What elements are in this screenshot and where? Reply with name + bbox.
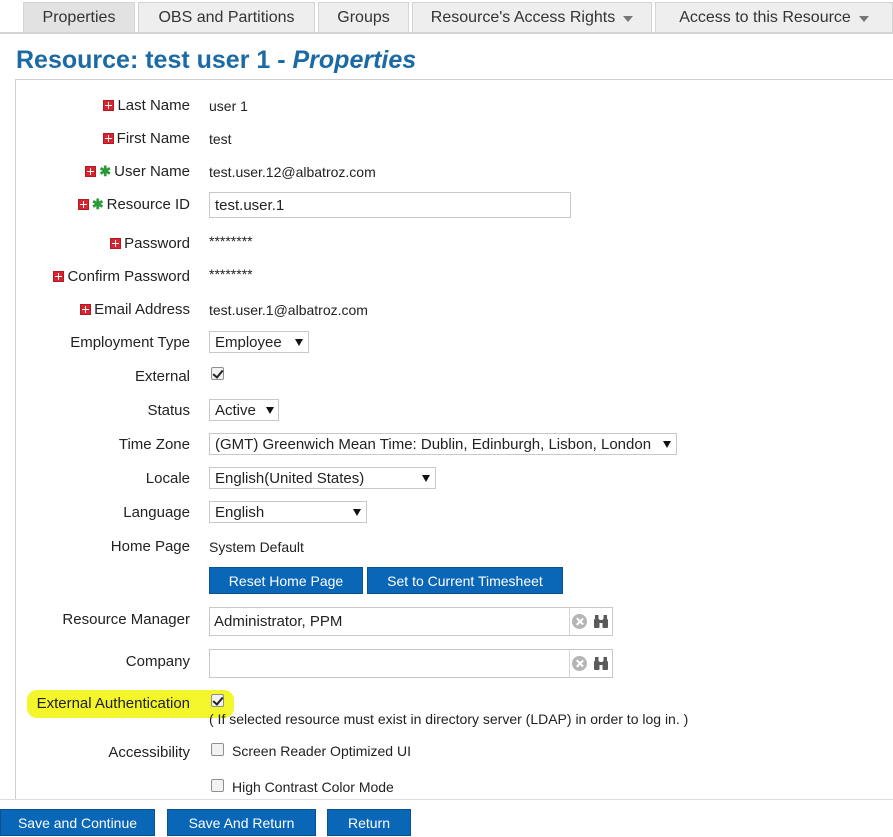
required-icon (53, 271, 65, 282)
select-value: Employee (215, 333, 282, 351)
set-current-timesheet-button[interactable]: Set to Current Timesheet (367, 567, 563, 594)
email-value: test.user.1@albatroz.com (209, 302, 368, 318)
tab-properties[interactable]: Properties (23, 2, 135, 32)
confirm-password-value: ******** (209, 266, 253, 282)
required-icon (110, 238, 122, 249)
return-button[interactable]: Return (327, 809, 411, 836)
resource-manager-label: Resource Manager (62, 611, 190, 628)
locale-label: Locale (145, 470, 190, 487)
external-auth-label: External Authentication (36, 695, 190, 712)
lookup-divider (569, 608, 570, 635)
tab-label: Properties (42, 8, 116, 26)
dropdown-arrow-icon (295, 338, 303, 346)
high-contrast-label: High Contrast Color Mode (232, 779, 394, 795)
binoculars-icon[interactable] (593, 657, 609, 670)
tab-bar: Properties OBS and Partitions Groups Res… (0, 0, 893, 34)
status-select[interactable]: Active (209, 399, 279, 421)
tab-access-to-resource[interactable]: Access to this Resource (655, 2, 893, 32)
dropdown-arrow-icon (422, 474, 430, 482)
clear-icon[interactable] (572, 656, 587, 671)
save-and-continue-button[interactable]: Save and Continue (0, 809, 155, 836)
password-value: ******** (209, 233, 253, 249)
language-label: Language (123, 504, 190, 521)
resource-id-input[interactable]: test.user.1 (209, 192, 571, 218)
first-name-label: First Name (102, 130, 190, 147)
user-name-label: ✱ User Name (85, 163, 190, 180)
time-zone-label: Time Zone (118, 436, 190, 453)
required-icon (85, 166, 97, 177)
label-text: Email Address (94, 301, 190, 318)
external-auth-checkbox[interactable] (211, 694, 224, 707)
external-checkbox[interactable] (211, 367, 224, 380)
key-field-icon: ✱ (91, 196, 104, 212)
high-contrast-checkbox[interactable] (211, 779, 224, 792)
clear-icon[interactable] (572, 614, 587, 629)
save-and-return-button[interactable]: Save And Return (167, 809, 316, 836)
caret-down-icon (858, 15, 869, 22)
resource-manager-value: Administrator, PPM (214, 613, 343, 630)
binoculars-icon[interactable] (593, 615, 609, 628)
page-title-section: Properties (292, 46, 417, 74)
email-label: Email Address (80, 301, 190, 318)
page-title: Resource: test user 1 - Properties (16, 46, 416, 75)
required-icon (103, 100, 115, 111)
label-text: First Name (116, 130, 190, 147)
label-text: Resource ID (106, 196, 190, 213)
tab-resource-access-rights[interactable]: Resource's Access Rights (412, 2, 652, 32)
required-icon (102, 133, 114, 144)
screen-reader-label: Screen Reader Optimized UI (232, 743, 411, 759)
employment-type-label: Employment Type (70, 334, 190, 351)
page-title-prefix: Resource: test user 1 - (16, 46, 293, 74)
label-text: Last Name (117, 97, 190, 114)
password-label: Password (110, 235, 190, 252)
locale-select[interactable]: English(United States) (209, 467, 436, 489)
label-text: Confirm Password (67, 268, 190, 285)
first-name-value: test (209, 131, 232, 147)
tab-label: Groups (337, 8, 390, 26)
last-name-value: user 1 (209, 98, 248, 114)
company-lookup[interactable] (209, 649, 613, 678)
last-name-label: Last Name (103, 97, 190, 114)
time-zone-select[interactable]: (GMT) Greenwich Mean Time: Dublin, Edinb… (209, 433, 677, 455)
tab-obs-partitions[interactable]: OBS and Partitions (138, 2, 315, 32)
select-value: (GMT) Greenwich Mean Time: Dublin, Edinb… (215, 435, 652, 453)
reset-home-page-button[interactable]: Reset Home Page (209, 567, 363, 594)
dropdown-arrow-icon (663, 440, 671, 448)
external-auth-note: ( If selected resource must exist in dir… (209, 711, 689, 727)
select-value: Active (215, 401, 256, 419)
home-page-label: Home Page (110, 538, 190, 555)
status-label: Status (147, 402, 190, 419)
key-field-icon: ✱ (99, 163, 112, 179)
tab-groups[interactable]: Groups (318, 2, 409, 32)
caret-down-icon (623, 15, 634, 22)
accessibility-label: Accessibility (108, 744, 190, 761)
select-value: English (215, 503, 265, 521)
dropdown-arrow-icon (265, 406, 274, 414)
home-page-value: System Default (209, 539, 304, 555)
resource-manager-lookup[interactable]: Administrator, PPM (209, 607, 613, 636)
user-name-value: test.user.12@albatroz.com (209, 164, 376, 180)
company-label: Company (125, 653, 190, 670)
external-label: External (134, 368, 190, 385)
select-value: English(United States) (215, 469, 365, 487)
label-text: Password (124, 235, 190, 252)
lookup-divider (569, 650, 570, 677)
tab-label: Access to this Resource (679, 8, 851, 26)
required-icon (80, 304, 92, 315)
resource-id-label: ✱ Resource ID (77, 196, 190, 213)
tab-label: OBS and Partitions (158, 8, 295, 26)
dropdown-arrow-icon (353, 508, 361, 516)
language-select[interactable]: English (209, 501, 367, 523)
employment-type-select[interactable]: Employee (209, 331, 309, 353)
tab-divider (0, 32, 893, 34)
label-text: User Name (114, 163, 190, 180)
tab-label: Resource's Access Rights (430, 8, 616, 26)
screen-reader-checkbox[interactable] (211, 743, 224, 756)
confirm-password-label: Confirm Password (53, 268, 190, 285)
required-icon (77, 199, 89, 210)
